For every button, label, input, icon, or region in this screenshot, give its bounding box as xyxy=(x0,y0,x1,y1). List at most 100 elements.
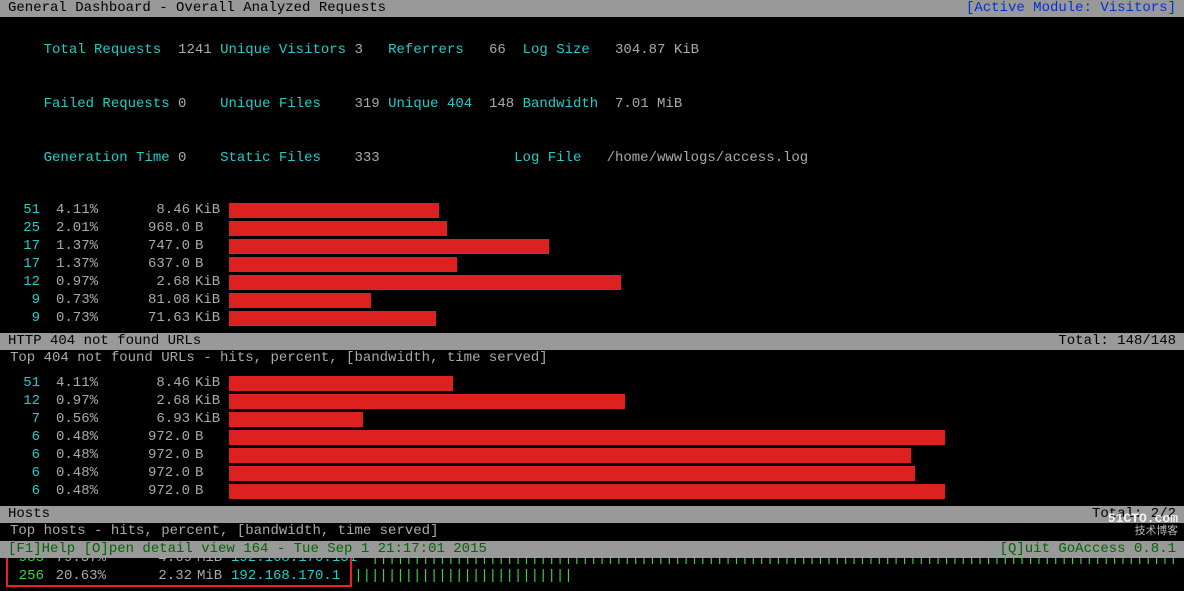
dashboard-header: General Dashboard - Overall Analyzed Req… xyxy=(0,0,1184,17)
row-bandwidth: 81.08 xyxy=(108,291,190,309)
value-unique-visitors: 3 xyxy=(355,42,363,58)
row-percent: 0.97% xyxy=(46,273,98,291)
data-row: 9 0.73% 71.63 KiB xyxy=(10,309,1174,327)
row-percent: 0.48% xyxy=(46,482,98,500)
redacted-bar xyxy=(229,394,625,409)
row-bandwidth: 972.0 xyxy=(108,446,190,464)
section-404-subhead: Top 404 not found URLs - hits, percent, … xyxy=(0,350,1184,370)
label-total-requests: Total Requests xyxy=(44,42,162,58)
section-hosts-title: Hosts xyxy=(8,506,50,523)
label-unique-visitors: Unique Visitors xyxy=(220,42,346,58)
row-hits: 12 xyxy=(10,273,40,291)
row-bandwidth: 6.93 xyxy=(108,410,190,428)
value-referrers: 66 xyxy=(489,42,506,58)
watermark-line2: 技术博客 xyxy=(1135,526,1178,538)
row-percent: 4.11% xyxy=(46,374,98,392)
redacted-bar xyxy=(229,257,457,272)
footer-bar: [F1]Help [O]pen detail view 164 - Tue Se… xyxy=(0,541,1184,558)
row-hits: 51 xyxy=(10,374,40,392)
row-unit: KiB xyxy=(195,410,221,428)
row-bandwidth: 972.0 xyxy=(108,428,190,446)
redacted-bar xyxy=(229,412,363,427)
redacted-bar xyxy=(229,466,915,481)
data-row: 90.73%81.08KiB xyxy=(10,291,1174,309)
row-percent: 0.48% xyxy=(46,446,98,464)
row-hits: 17 xyxy=(10,255,40,273)
redacted-bar xyxy=(229,203,439,218)
row-unit: B xyxy=(195,255,221,273)
redacted-bar xyxy=(229,221,447,236)
row-bandwidth: 2.68 xyxy=(108,273,190,291)
row-unit: KiB xyxy=(195,291,221,309)
data-row: 60.48%972.0B xyxy=(10,464,1174,482)
panel-top-urls: 514.11%8.46KiB252.01%968.0B171.37%747.0B… xyxy=(0,197,1184,333)
row-percent: 0.48% xyxy=(46,428,98,446)
row-unit: KiB xyxy=(195,273,221,291)
label-static-files: Static Files xyxy=(220,150,321,166)
section-404-title: HTTP 404 not found URLs xyxy=(8,333,201,350)
label-log-size: Log Size xyxy=(523,42,590,58)
value-total-requests: 1241 xyxy=(178,42,212,58)
active-module-label: [Active Module: Visitors] xyxy=(966,0,1176,17)
footer-quit-text[interactable]: [Q]uit GoAccess 0.8.1 xyxy=(1000,541,1176,558)
redacted-bar xyxy=(229,430,945,445)
row-hits: 25 xyxy=(10,219,40,237)
row-hits: 9 xyxy=(10,291,40,309)
row-percent: 1.37% xyxy=(46,237,98,255)
row-bandwidth: 71.63 xyxy=(108,309,190,327)
label-failed-requests: Failed Requests xyxy=(44,96,170,112)
data-row: 60.48%972.0B xyxy=(10,428,1174,446)
row-unit: B xyxy=(195,237,221,255)
row-unit: B xyxy=(195,446,221,464)
section-404-total: Total: 148/148 xyxy=(1058,333,1176,350)
row-hits: 9 xyxy=(10,309,40,327)
watermark: 51CTO.com 技术博客 xyxy=(1108,513,1178,538)
row-bandwidth: 972.0 xyxy=(108,482,190,500)
redacted-bar xyxy=(229,293,371,308)
redacted-bar xyxy=(229,275,621,290)
data-row: 7 0.56% 6.93 KiB xyxy=(10,410,1174,428)
panel-404-urls: 514.11%8.46KiB120.97%2.68KiB70.56%6.93Ki… xyxy=(0,370,1184,506)
host-bar: |||||||||||||||||||||||||| xyxy=(354,567,1174,585)
label-log-file: Log File xyxy=(514,150,581,166)
row-hits: 7 xyxy=(10,410,40,428)
row-percent: 0.73% xyxy=(46,309,98,327)
section-hosts-subhead: Top hosts - hits, percent, [bandwidth, t… xyxy=(0,523,1184,543)
redacted-bar xyxy=(229,484,945,499)
data-row: 252.01%968.0B xyxy=(10,219,1174,237)
row-hits: 12 xyxy=(10,392,40,410)
row-bandwidth: 747.0 xyxy=(108,237,190,255)
row-unit: KiB xyxy=(195,392,221,410)
row-percent: 0.97% xyxy=(46,392,98,410)
data-row: 60.48%972.0B xyxy=(10,482,1174,500)
row-bandwidth: 637.0 xyxy=(108,255,190,273)
footer-help-text[interactable]: [F1]Help [O]pen detail view 164 - Tue Se… xyxy=(8,541,487,558)
row-hits: 17 xyxy=(10,237,40,255)
row-percent: 4.11% xyxy=(46,201,98,219)
data-row: 514.11%8.46KiB xyxy=(10,201,1174,219)
row-bandwidth: 8.46 xyxy=(108,374,190,392)
redacted-bar xyxy=(229,448,911,463)
header-title: General Dashboard - Overall Analyzed Req… xyxy=(8,0,386,17)
row-hits: 6 xyxy=(10,464,40,482)
redacted-bar xyxy=(229,239,549,254)
label-unique-files: Unique Files xyxy=(220,96,321,112)
value-log-file: /home/wwwlogs/access.log xyxy=(607,150,809,166)
section-hosts-header: Hosts Total: 2/2 xyxy=(0,506,1184,523)
row-unit: B xyxy=(195,464,221,482)
row-unit: KiB xyxy=(195,309,221,327)
data-row: 514.11%8.46KiB xyxy=(10,374,1174,392)
value-bandwidth: 7.01 MiB xyxy=(615,96,682,112)
watermark-line1: 51CTO.com xyxy=(1108,511,1178,526)
row-hits: 6 xyxy=(10,482,40,500)
row-hits: 6 xyxy=(10,428,40,446)
row-percent: 2.01% xyxy=(46,219,98,237)
label-unique-404: Unique 404 xyxy=(388,96,472,112)
value-unique-404: 148 xyxy=(489,96,514,112)
row-percent: 0.56% xyxy=(46,410,98,428)
redacted-bar xyxy=(229,376,453,391)
label-gen-time: Generation Time xyxy=(44,150,170,166)
summary-stats: Total Requests 1241 Unique Visitors 3 Re… xyxy=(0,17,1184,187)
value-log-size: 304.87 KiB xyxy=(615,42,699,58)
data-row: 60.48%972.0B xyxy=(10,446,1174,464)
